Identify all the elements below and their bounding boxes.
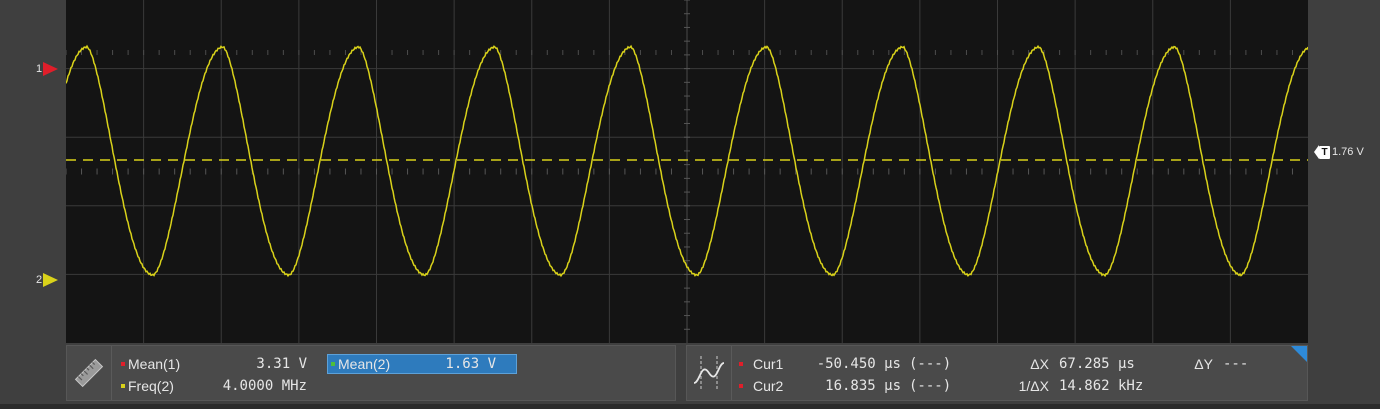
- bottom-strip: [0, 404, 1380, 409]
- cursor-2-color-swatch: [739, 384, 743, 388]
- delta-y-label: ΔY: [1194, 356, 1213, 372]
- freq-2-label: Freq(2): [128, 378, 174, 394]
- inverse-delta-x-readout: 1/ΔX 14.862 kHz: [1011, 377, 1144, 395]
- cursors-tool-button[interactable]: [687, 346, 732, 400]
- mean-2-label: Mean(2): [338, 356, 391, 372]
- cursor-1-value: -50.450 µs: [816, 356, 901, 372]
- delta-x-value: 67.285 µs: [1059, 356, 1135, 372]
- cursor-2-label: Cur2: [753, 378, 784, 394]
- channel-1-offset-marker[interactable]: 1: [36, 61, 59, 77]
- oscilloscope-window: 1 2 T 1.76 V Mean(1) 3.31 V Freq(2) 4.00…: [0, 0, 1380, 409]
- channel-2-color-swatch: [121, 384, 125, 388]
- cursor-2-readout[interactable]: Cur2 16.835 µs (---): [739, 377, 979, 395]
- channel-2-arrow-icon: [43, 273, 59, 287]
- measurement-mean-2-selected[interactable]: Mean(2) 1.63 V: [327, 354, 517, 374]
- measurement-freq-2[interactable]: Freq(2) 4.0000 MHz: [121, 377, 307, 395]
- channel-1-arrow-icon: [43, 62, 59, 76]
- delta-y-readout: ΔY ---: [1191, 355, 1248, 373]
- cursor-wave-icon: [693, 356, 725, 390]
- measurement-bar: Mean(1) 3.31 V Freq(2) 4.0000 MHz Mean(2…: [66, 345, 1308, 401]
- panel-corner-flag[interactable]: [1291, 346, 1307, 362]
- trigger-badge: T: [1319, 145, 1330, 159]
- mean-1-value: 3.31 V: [256, 356, 307, 372]
- measurements-tool-button[interactable]: [67, 346, 112, 400]
- waveform-display[interactable]: [66, 0, 1308, 343]
- channel-2-marker-label: 2: [36, 274, 43, 286]
- mean-1-label: Mean(1): [128, 356, 181, 372]
- channel-1-color-swatch: [121, 362, 125, 366]
- channel-2-color-swatch: [331, 362, 335, 366]
- inverse-delta-x-value: 14.862 kHz: [1059, 378, 1144, 394]
- trigger-level-value: 1.76 V: [1332, 146, 1364, 158]
- channel-1-marker-label: 1: [36, 63, 43, 75]
- ruler-icon: [74, 358, 104, 388]
- channel-2-offset-marker[interactable]: 2: [36, 272, 59, 288]
- cursor-1-color-swatch: [739, 362, 743, 366]
- freq-2-value: 4.0000 MHz: [222, 378, 307, 394]
- mean-2-value: 1.63 V: [445, 356, 496, 372]
- measurements-panel: Mean(1) 3.31 V Freq(2) 4.0000 MHz Mean(2…: [66, 345, 676, 401]
- trigger-level-marker[interactable]: T 1.76 V: [1314, 144, 1364, 160]
- measurement-mean-1[interactable]: Mean(1) 3.31 V: [121, 355, 307, 373]
- delta-y-value: ---: [1223, 356, 1249, 372]
- delta-x-readout: ΔX 67.285 µs: [1011, 355, 1135, 373]
- cursor-1-label: Cur1: [753, 356, 784, 372]
- waveform-canvas: [66, 0, 1308, 343]
- cursor-1-status: (---): [909, 356, 952, 372]
- cursor-2-value: 16.835 µs: [825, 378, 901, 394]
- cursor-1-readout[interactable]: Cur1 -50.450 µs (---): [739, 355, 979, 373]
- inverse-delta-x-label: 1/ΔX: [1018, 378, 1049, 394]
- cursor-2-status: (---): [909, 378, 952, 394]
- cursors-panel: Cur1 -50.450 µs (---) Cur2 16.835 µs (--…: [686, 345, 1308, 401]
- delta-x-label: ΔX: [1030, 356, 1049, 372]
